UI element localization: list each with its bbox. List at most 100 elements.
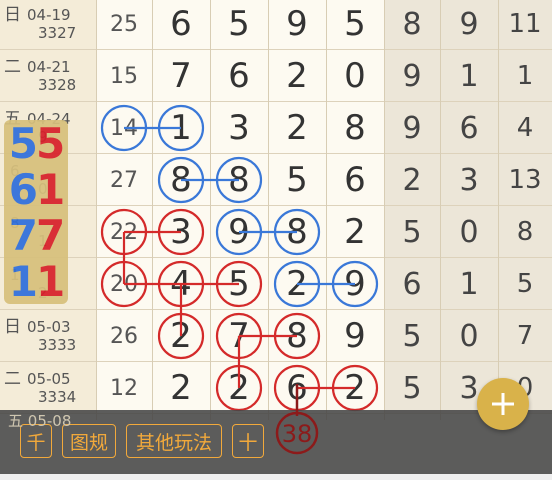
extra-cell: 9 [384, 102, 440, 154]
extra-cell: 9 [440, 0, 498, 50]
extra-cell: 0 [440, 206, 498, 258]
extra-cell: 8 [498, 206, 552, 258]
digit-cell: 5 [228, 4, 250, 44]
column-divider [152, 0, 153, 420]
pick-red-digit: 5 [36, 118, 65, 168]
date-cell: 日 05-03 3333 [0, 310, 96, 362]
table-row: 602788562313 [0, 154, 552, 206]
column-divider [96, 0, 97, 420]
digit-cell: 7 [170, 56, 192, 96]
digit-cell: 2 [286, 56, 308, 96]
issue-number: 3328 [38, 75, 77, 94]
pick-row: 61 [4, 164, 68, 214]
digit-cell: 2 [344, 212, 366, 252]
pick-row: 55 [4, 118, 68, 168]
table-row: 日 05-03 3333 26 2 7 8 9 5 0 7 [0, 310, 552, 362]
sum-cell: 26 [110, 323, 138, 349]
digit-cell: 7 [228, 316, 250, 356]
pick-blue-digit: 7 [8, 210, 38, 260]
extra-cell: 5 [498, 258, 552, 310]
column-divider [326, 0, 327, 420]
date: 04-19 [27, 5, 71, 24]
extra-cell: 11 [498, 0, 552, 50]
digit-cell: 1 [170, 108, 192, 148]
digit-cell: 9 [344, 316, 366, 356]
table-row: 二 05-05 3334 12 2 2 6 2 5 3 0 [0, 362, 552, 414]
column-divider [210, 0, 211, 420]
digit-cell: 9 [344, 264, 366, 304]
table-row: 五04-249141328964 [0, 102, 552, 154]
issue-number: 3333 [38, 335, 77, 354]
digit-cell: 6 [286, 368, 308, 408]
digit-cell: 6 [344, 160, 366, 200]
extra-cell: 6 [440, 102, 498, 154]
digit-cell: 8 [286, 316, 308, 356]
extra-cell: 2 [384, 154, 440, 206]
extra-cell: 1 [498, 50, 552, 102]
sum-cell: 25 [110, 11, 138, 37]
table-row: 日 04-19 3327 25 6 5 9 5 8 9 11 [0, 0, 552, 50]
digit-cell: 8 [170, 160, 192, 200]
extra-cell: 9 [384, 50, 440, 102]
extra-cell: 6 [384, 258, 440, 310]
date-cell: 二 05-05 3334 [0, 362, 96, 414]
sum-cell: 14 [110, 115, 138, 141]
pick-blue-digit: 1 [8, 256, 38, 306]
table-row: 81223982508 [0, 206, 552, 258]
digit-cell: 3 [170, 212, 192, 252]
partial-row-date: 五 05-08 [0, 410, 104, 440]
extra-cell: 1 [440, 258, 498, 310]
pick-red-digit: 7 [36, 210, 65, 260]
prediction-panel[interactable]: 55 61 77 11 [4, 118, 68, 306]
weekday: 日 [4, 4, 21, 25]
date-cell: 日 04-19 3327 [0, 0, 96, 50]
table-row: 12204529615 [0, 258, 552, 310]
digit-cell: 6 [170, 4, 192, 44]
sum-cell: 20 [110, 271, 138, 297]
partial-date: 05-08 [27, 412, 72, 430]
sum-cell: 12 [110, 375, 138, 401]
pick-blue-digit: 5 [8, 118, 38, 168]
weekday: 二 [4, 368, 21, 389]
date: 05-05 [27, 369, 71, 388]
digit-cell: 8 [344, 108, 366, 148]
issue-number: 3334 [38, 387, 77, 406]
digit-cell: 2 [344, 368, 366, 408]
digit-cell: 4 [170, 264, 192, 304]
extra-cell: 0 [440, 310, 498, 362]
digit-cell: 2 [170, 316, 192, 356]
extra-cell: 8 [384, 0, 440, 50]
date-cell: 二 04-21 3328 [0, 50, 96, 102]
digit-cell: 9 [228, 212, 250, 252]
plus-icon [492, 393, 514, 415]
extra-cell: 4 [498, 102, 552, 154]
other-plays-button[interactable]: 其他玩法 [126, 424, 222, 458]
digit-cell: 5 [286, 160, 308, 200]
pick-red-digit: 1 [36, 164, 65, 214]
date: 04-21 [27, 57, 71, 76]
sum-cell: 22 [110, 219, 138, 245]
pick-row: 77 [4, 210, 68, 260]
weekday: 二 [4, 56, 21, 77]
weekday: 日 [4, 316, 21, 337]
extra-cell: 7 [498, 310, 552, 362]
digit-cell: 2 [286, 264, 308, 304]
digit-cell: 5 [344, 4, 366, 44]
pick-red-digit: 1 [36, 256, 65, 306]
digit-cell: 5 [228, 264, 250, 304]
table-row: 二 04-21 3328 15 7 6 2 0 9 1 1 [0, 50, 552, 102]
digit-cell: 8 [286, 212, 308, 252]
partial-weekday: 五 [8, 412, 24, 430]
column-divider [498, 0, 499, 420]
extra-cell: 1 [440, 50, 498, 102]
add-button[interactable] [477, 378, 529, 430]
tens-button[interactable]: 十 [232, 424, 264, 458]
digit-cell: 2 [228, 368, 250, 408]
extra-cell: 5 [384, 310, 440, 362]
pick-row: 11 [4, 256, 68, 306]
date: 05-03 [27, 317, 71, 336]
column-divider [268, 0, 269, 420]
extra-cell: 5 [384, 362, 440, 414]
sum-cell: 15 [110, 63, 138, 89]
digit-cell: 3 [228, 108, 250, 148]
